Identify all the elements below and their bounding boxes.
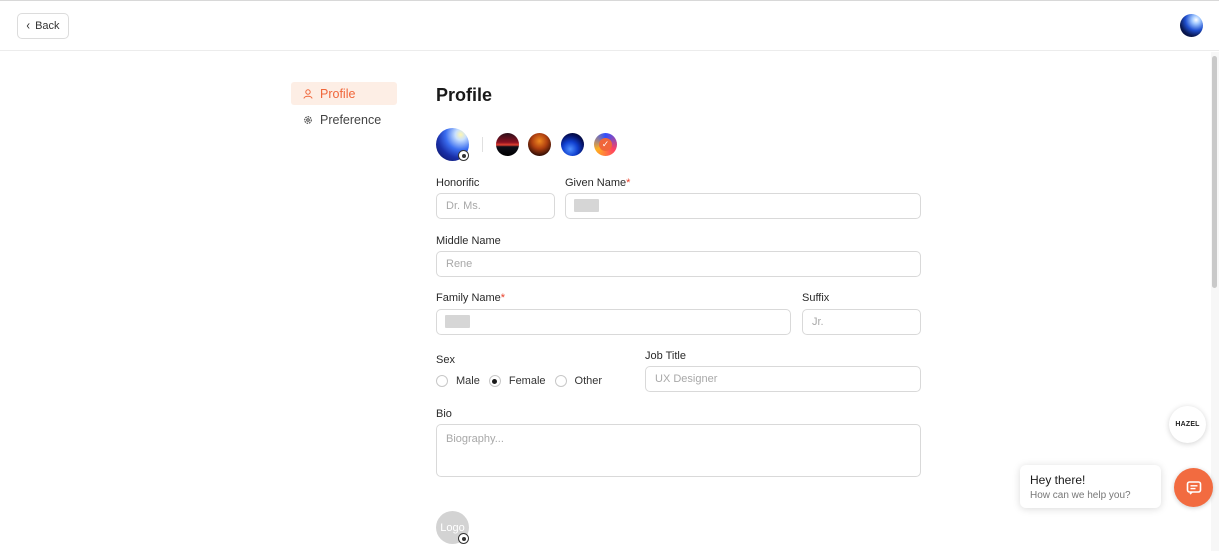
hazel-launcher[interactable]: HAZEL xyxy=(1169,406,1206,443)
middle-name-input[interactable] xyxy=(436,251,921,277)
family-name-input[interactable] xyxy=(436,309,791,335)
suffix-label: Suffix xyxy=(802,292,830,304)
user-icon xyxy=(303,88,313,99)
sex-option-other[interactable]: Other xyxy=(554,375,602,387)
sex-radio-group: Male Female Other xyxy=(436,375,611,387)
sex-label: Sex xyxy=(436,354,455,366)
honorific-input[interactable] xyxy=(436,193,555,219)
avatar-divider xyxy=(482,137,483,152)
chevron-left-icon: ‹ xyxy=(26,18,31,34)
gear-icon xyxy=(304,115,312,124)
avatar-preset-2[interactable] xyxy=(528,133,551,156)
suffix-input[interactable] xyxy=(802,309,921,335)
honorific-label: Honorific xyxy=(436,177,480,189)
chat-button[interactable] xyxy=(1174,468,1213,507)
given-name-label: Given Name* xyxy=(565,177,631,189)
top-bar: ‹ Back xyxy=(0,0,1219,51)
radio-other[interactable] xyxy=(554,375,567,387)
chat-icon xyxy=(1186,480,1201,495)
back-button[interactable]: ‹ Back xyxy=(17,13,69,39)
sidebar-item-profile[interactable]: Profile xyxy=(291,82,397,105)
bio-label: Bio xyxy=(436,408,452,420)
redacted-value xyxy=(445,315,470,328)
family-name-label: Family Name* xyxy=(436,292,506,304)
user-avatar[interactable] xyxy=(1180,14,1203,37)
back-button-label: Back xyxy=(35,20,60,32)
middle-name-label: Middle Name xyxy=(436,235,501,247)
sidebar-item-label: Preference xyxy=(320,112,382,127)
camera-icon[interactable] xyxy=(458,533,469,544)
bio-textarea[interactable] xyxy=(436,424,921,477)
page-title: Profile xyxy=(436,85,493,105)
settings-sidebar: Profile Preference xyxy=(291,82,397,134)
avatar-preset-1[interactable] xyxy=(496,133,519,156)
chat-title: Hey there! xyxy=(1030,473,1086,487)
camera-icon[interactable] xyxy=(458,150,469,161)
sex-option-male[interactable]: Male xyxy=(436,375,480,387)
job-title-input[interactable] xyxy=(645,366,921,392)
avatar-preset-3[interactable] xyxy=(561,133,584,156)
redacted-value xyxy=(574,199,599,212)
scrollbar-thumb[interactable] xyxy=(1212,56,1217,288)
radio-male[interactable] xyxy=(436,375,448,387)
chat-greeting-bubble[interactable]: Hey there! How can we help you? xyxy=(1020,465,1161,508)
chat-subtitle: How can we help you? xyxy=(1030,490,1131,501)
given-name-input[interactable] xyxy=(565,193,921,219)
sex-option-female[interactable]: Female xyxy=(488,375,546,387)
radio-female[interactable] xyxy=(488,375,501,387)
job-title-label: Job Title xyxy=(645,350,686,362)
sidebar-item-preference[interactable]: Preference xyxy=(291,108,397,131)
check-icon: ✓ xyxy=(599,138,612,151)
sidebar-item-label: Profile xyxy=(320,86,356,101)
